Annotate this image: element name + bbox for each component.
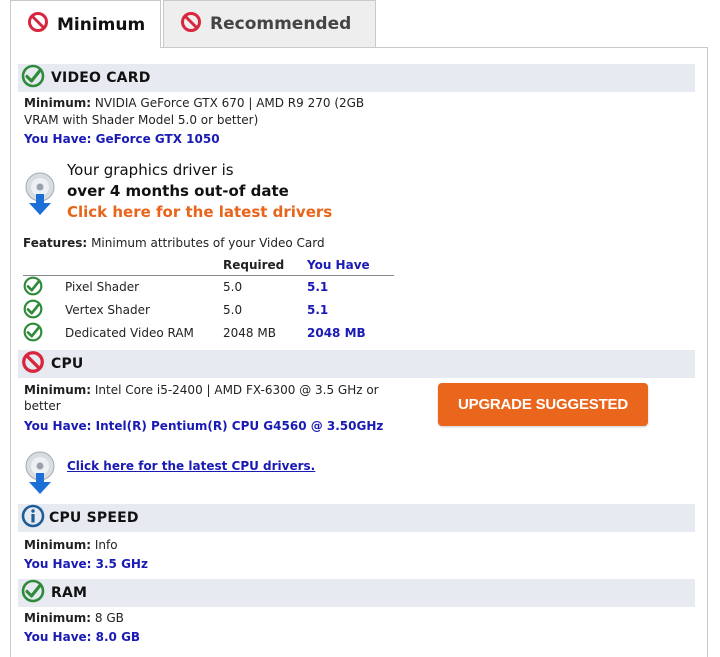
upgrade-suggested-button[interactable]: UPGRADE SUGGESTED [438,383,648,426]
cpu-speed-title: CPU SPEED [49,510,139,526]
ram-title: RAM [51,585,88,601]
check-icon [21,64,45,92]
feature-required: 2048 MB [223,326,276,340]
feature-have: 5.1 [307,302,329,317]
feature-have: 5.1 [307,279,329,294]
cpu-speed-you-have: You Have: 3.5 GHz [24,557,148,571]
feature-name: Dedicated Video RAM [65,326,194,340]
tab-bar: Minimum Recommended [10,0,710,48]
tab-recommended-label: Recommended [210,14,352,34]
ban-icon [21,350,45,378]
check-icon [21,579,45,607]
cpu-speed-header: CPU SPEED [18,504,695,532]
check-icon [23,276,43,299]
features-table: Required You Have Pixel Shader 5.0 5.1 V… [23,256,394,345]
required-header: Required [223,258,285,273]
cpu-speed-minimum: Minimum: Info [24,538,118,552]
table-row: Pixel Shader 5.0 5.1 [23,275,394,299]
table-row: Dedicated Video RAM 2048 MB 2048 MB [23,322,394,345]
driver-download-icon[interactable] [24,172,58,220]
video-card-header: VIDEO CARD [18,64,695,92]
driver-status-line2: over 4 months out-of date [67,182,289,200]
cpu-minimum-cont: better [24,399,61,413]
cpu-drivers-link[interactable]: Click here for the latest CPU drivers. [67,459,315,473]
table-row: Vertex Shader 5.0 5.1 [23,299,394,322]
cpu-header: CPU [18,350,695,378]
feature-name: Vertex Shader [65,303,150,317]
video-card-title: VIDEO CARD [51,70,151,86]
ram-header: RAM [18,579,695,607]
video-card-you-have: You Have: GeForce GTX 1050 [24,132,220,146]
cpu-you-have: You Have: Intel(R) Pentium(R) CPU G4560 … [24,419,384,433]
you-have-header: You Have [307,258,370,273]
ban-icon [180,11,202,38]
feature-required: 5.0 [223,303,243,317]
features-caption: Features: Minimum attributes of your Vid… [23,236,325,250]
ram-minimum: Minimum: 8 GB [24,611,124,625]
tab-recommended[interactable]: Recommended [163,0,376,47]
cpu-minimum: Minimum: Intel Core i5-2400 | AMD FX-630… [24,383,379,397]
driver-status-line1: Your graphics driver is [67,161,234,179]
tab-minimum-label: Minimum [57,14,146,35]
info-icon [21,504,45,532]
video-card-minimum: Minimum: NVIDIA GeForce GTX 670 | AMD R9… [24,96,365,110]
tab-minimum[interactable]: Minimum [10,0,161,48]
cpu-driver-download-icon[interactable] [24,451,58,499]
video-card-minimum-cont: VRAM with Shader Model 5.0 or better) [24,113,259,127]
ban-icon [27,11,49,38]
features-header-row: Required You Have [23,256,394,275]
check-icon [23,322,43,345]
feature-name: Pixel Shader [65,280,140,294]
check-icon [23,299,43,322]
ram-you-have: You Have: 8.0 GB [24,630,141,644]
feature-have: 2048 MB [307,325,366,340]
latest-drivers-link[interactable]: Click here for the latest drivers [67,203,332,221]
cpu-title: CPU [51,356,84,372]
feature-required: 5.0 [223,280,243,294]
